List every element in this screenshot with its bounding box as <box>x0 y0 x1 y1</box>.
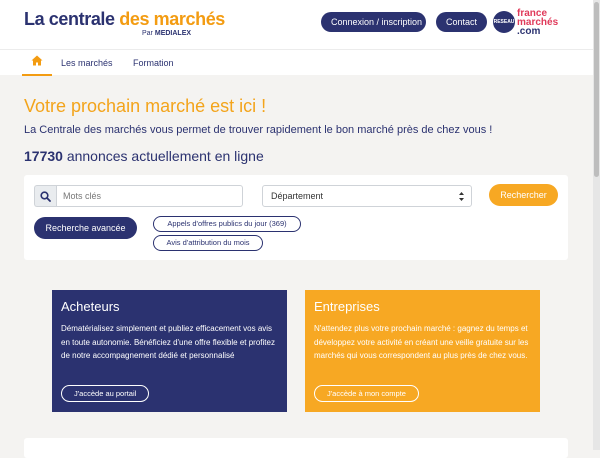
buyers-portal-button[interactable]: J'accède au portail <box>61 385 150 402</box>
companies-title: Entreprises <box>314 299 380 314</box>
logo-text-part1: La centrale <box>24 9 120 29</box>
partner-badge[interactable]: RESEAU <box>493 11 515 33</box>
nav-item-les-marches[interactable]: Les marchés <box>61 58 113 68</box>
logo-text-part2: des marchés <box>119 9 225 29</box>
partner-logo[interactable]: france marchés .com <box>517 9 577 37</box>
page-subtitle: La Centrale des marchés vous permet de t… <box>24 124 493 136</box>
companies-text: N'attendez plus votre prochain marché : … <box>314 324 529 360</box>
page-title: Votre prochain marché est ici ! <box>24 96 267 116</box>
scrollbar-thumb[interactable] <box>594 2 599 177</box>
contact-button[interactable]: Contact <box>436 12 487 32</box>
login-button[interactable]: Connexion / inscription <box>321 12 426 32</box>
keywords-search-group <box>34 185 243 207</box>
listing-count: 17730 annonces actuellement en ligne <box>24 148 264 164</box>
keywords-input[interactable] <box>56 185 243 207</box>
companies-account-button[interactable]: J'accède à mon compte <box>314 385 419 402</box>
home-icon <box>31 55 43 66</box>
logo-subtitle: Par MEDIALEX <box>142 30 192 37</box>
nav-home[interactable] <box>22 50 52 76</box>
daily-tenders-link[interactable]: Appels d'offres publics du jour (369) <box>153 216 301 232</box>
award-notices-link[interactable]: Avis d'attribution du mois <box>153 235 263 251</box>
department-select[interactable]: Département <box>262 185 472 207</box>
top-header: La centrale des marchés Par MEDIALEX Con… <box>0 0 600 49</box>
main-nav: Les marchés Formation <box>0 49 600 76</box>
search-button[interactable]: Rechercher <box>489 184 558 206</box>
search-icon <box>40 191 51 202</box>
listing-count-label: annonces actuellement en ligne <box>62 148 264 164</box>
search-addon <box>34 185 56 207</box>
buyers-text: Dématérialisez simplement et publiez eff… <box>61 324 275 360</box>
advanced-search-button[interactable]: Recherche avancée <box>34 217 137 239</box>
buyers-title: Acheteurs <box>61 299 120 314</box>
nav-item-formation[interactable]: Formation <box>133 58 174 68</box>
bottom-card <box>24 438 568 458</box>
search-card: Département Rechercher Recherche avancée… <box>24 175 568 260</box>
companies-panel: Entreprises N'attendez plus votre procha… <box>305 290 540 412</box>
listing-count-number: 17730 <box>24 148 63 164</box>
select-arrows-icon <box>459 192 464 201</box>
site-logo[interactable]: La centrale des marchés Par MEDIALEX <box>24 9 225 37</box>
department-select-value: Département <box>271 191 324 201</box>
buyers-panel: Acheteurs Dématérialisez simplement et p… <box>52 290 287 412</box>
